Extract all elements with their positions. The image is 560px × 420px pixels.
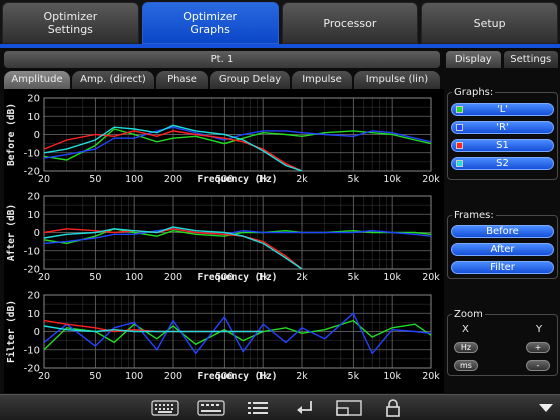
series-color-swatch xyxy=(456,124,463,131)
y-axis-label: Before (dB) xyxy=(6,103,17,166)
y-tick-label: -10 xyxy=(24,246,40,257)
y-axis-label: Filter (dB) xyxy=(6,300,17,363)
graph-toggle-label: S2 xyxy=(496,158,509,169)
frame-toggle-after[interactable]: After xyxy=(451,243,554,256)
zoom-x-hz-button[interactable]: Hz xyxy=(454,342,478,353)
x-tick-label: 200 xyxy=(164,174,182,185)
x-tick-label: 5k xyxy=(348,174,360,185)
graph-toggle-r[interactable]: 'R' xyxy=(451,121,554,134)
tab-setup[interactable]: Setup xyxy=(421,2,558,44)
point-selector[interactable]: Pt. 1 xyxy=(4,51,440,68)
zoom-y-out-button[interactable]: - xyxy=(526,360,550,371)
series-color-swatch xyxy=(456,106,463,113)
frames-group: Frames: Before After Filter xyxy=(447,210,558,279)
zoom-y-label: Y xyxy=(536,324,543,335)
x-tick-label: 20k xyxy=(422,371,440,382)
y-tick-label: 10 xyxy=(27,309,40,320)
tab-processor[interactable]: Processor xyxy=(281,2,419,44)
x-tick-label: 50 xyxy=(89,272,101,283)
graph-toggle-s1[interactable]: S1 xyxy=(451,139,554,152)
tab-phase[interactable]: Phase xyxy=(156,71,208,89)
zoom-y-in-button[interactable]: + xyxy=(526,342,550,353)
bottom-toolbar xyxy=(0,394,560,420)
x-tick-label: 20k xyxy=(422,174,440,185)
y-tick-label: 0 xyxy=(34,130,40,141)
graph-toggle-s2[interactable]: S2 xyxy=(451,157,554,170)
x-tick-label: 20 xyxy=(38,174,50,185)
y-tick-label: 10 xyxy=(27,112,40,123)
y-tick-label: -10 xyxy=(24,148,40,159)
zoom-x-ms-button[interactable]: ms xyxy=(454,360,478,371)
zoom-group: Zoom X Y Hz ms + - xyxy=(447,309,558,376)
x-tick-label: 200 xyxy=(164,272,182,283)
graph-toggle-label: S1 xyxy=(496,140,509,151)
x-tick-label: 2k xyxy=(296,371,308,382)
x-axis-label: Frequency (Hz) xyxy=(197,272,277,283)
x-tick-label: 2k xyxy=(296,174,308,185)
zoom-group-title: Zoom xyxy=(452,309,485,320)
x-tick-label: 5k xyxy=(348,371,360,382)
tab-impulse-lin[interactable]: Impulse (lin) xyxy=(354,71,440,89)
keyboard-icon[interactable] xyxy=(151,399,179,417)
window-resize-icon[interactable] xyxy=(336,399,362,417)
x-tick-label: 50 xyxy=(89,174,101,185)
tab-display[interactable]: Display xyxy=(446,51,501,68)
x-axis-label: Frequency (Hz) xyxy=(197,371,277,382)
y-tick-label: 10 xyxy=(27,210,40,221)
graph-type-tabs: Amplitude Amp. (direct) Phase Group Dela… xyxy=(4,71,440,89)
x-tick-label: 20 xyxy=(38,272,50,283)
tab-impulse[interactable]: Impulse xyxy=(292,71,352,89)
dropdown-arrow-icon[interactable] xyxy=(538,399,554,417)
list-icon[interactable] xyxy=(247,399,269,417)
top-tab-bar: Optimizer Settings Optimizer Graphs Proc… xyxy=(0,0,560,46)
y-tick-label: 0 xyxy=(34,228,40,239)
tab-group-delay[interactable]: Group Delay xyxy=(210,71,290,89)
series-color-swatch xyxy=(456,142,463,149)
series-line-r xyxy=(43,312,432,355)
graphs-group-title: Graphs: xyxy=(452,87,496,98)
graph-toggle-label: 'L' xyxy=(496,104,509,115)
tab-optimizer-settings[interactable]: Optimizer Settings xyxy=(2,2,139,44)
graph-toggle-label: 'R' xyxy=(496,122,509,133)
x-tick-label: 10k xyxy=(383,371,401,382)
tab-underline xyxy=(0,44,560,48)
x-tick-label: 10k xyxy=(383,272,401,283)
y-tick-label: 0 xyxy=(34,327,40,338)
tab-settings[interactable]: Settings xyxy=(503,51,558,68)
enter-icon[interactable] xyxy=(295,399,315,417)
series-color-swatch xyxy=(456,160,463,167)
x-tick-label: 20k xyxy=(422,272,440,283)
frame-toggle-filter[interactable]: Filter xyxy=(451,261,554,274)
lock-icon[interactable] xyxy=(384,399,402,417)
tab-optimizer-graphs[interactable]: Optimizer Graphs xyxy=(141,2,279,44)
x-tick-label: 10k xyxy=(383,174,401,185)
x-tick-label: 200 xyxy=(164,371,182,382)
x-axis-label: Frequency (Hz) xyxy=(197,174,277,185)
graph-toggle-l[interactable]: 'L' xyxy=(451,103,554,116)
y-axis-label: After (dB) xyxy=(6,204,17,261)
graph-area: 20 10 0 -10 -20 20 50 100 200 500 1k 2k 5k 10k 20k Freq… xyxy=(4,89,444,393)
x-tick-label: 20 xyxy=(38,371,50,382)
zoom-x-label: X xyxy=(462,324,469,335)
frame-toggle-before[interactable]: Before xyxy=(451,225,554,238)
y-tick-label: 20 xyxy=(27,291,40,302)
series-line-l xyxy=(43,319,432,351)
series-line-r xyxy=(43,126,432,159)
x-tick-label: 100 xyxy=(125,174,143,185)
right-panel-tabs: Display Settings xyxy=(446,51,558,68)
window-icon[interactable] xyxy=(197,399,225,417)
y-tick-label: -10 xyxy=(24,345,40,356)
graphs-svg: 20100-10-2020 50 100 200 500 1k 2k 5k 10k 20kFreq… xyxy=(6,94,440,383)
x-tick-label: 2k xyxy=(296,272,308,283)
x-tick-label: 100 xyxy=(125,371,143,382)
x-tick-label: 5k xyxy=(348,272,360,283)
tab-amplitude[interactable]: Amplitude xyxy=(4,71,70,89)
frames-group-title: Frames: xyxy=(452,210,496,221)
graphs-group: Graphs: 'L' 'R' S1 S2 xyxy=(447,87,558,180)
x-tick-label: 50 xyxy=(89,371,101,382)
y-tick-label: 20 xyxy=(27,192,40,203)
x-tick-label: 100 xyxy=(125,272,143,283)
tab-amp-direct[interactable]: Amp. (direct) xyxy=(72,71,154,89)
y-tick-label: 20 xyxy=(27,94,40,105)
